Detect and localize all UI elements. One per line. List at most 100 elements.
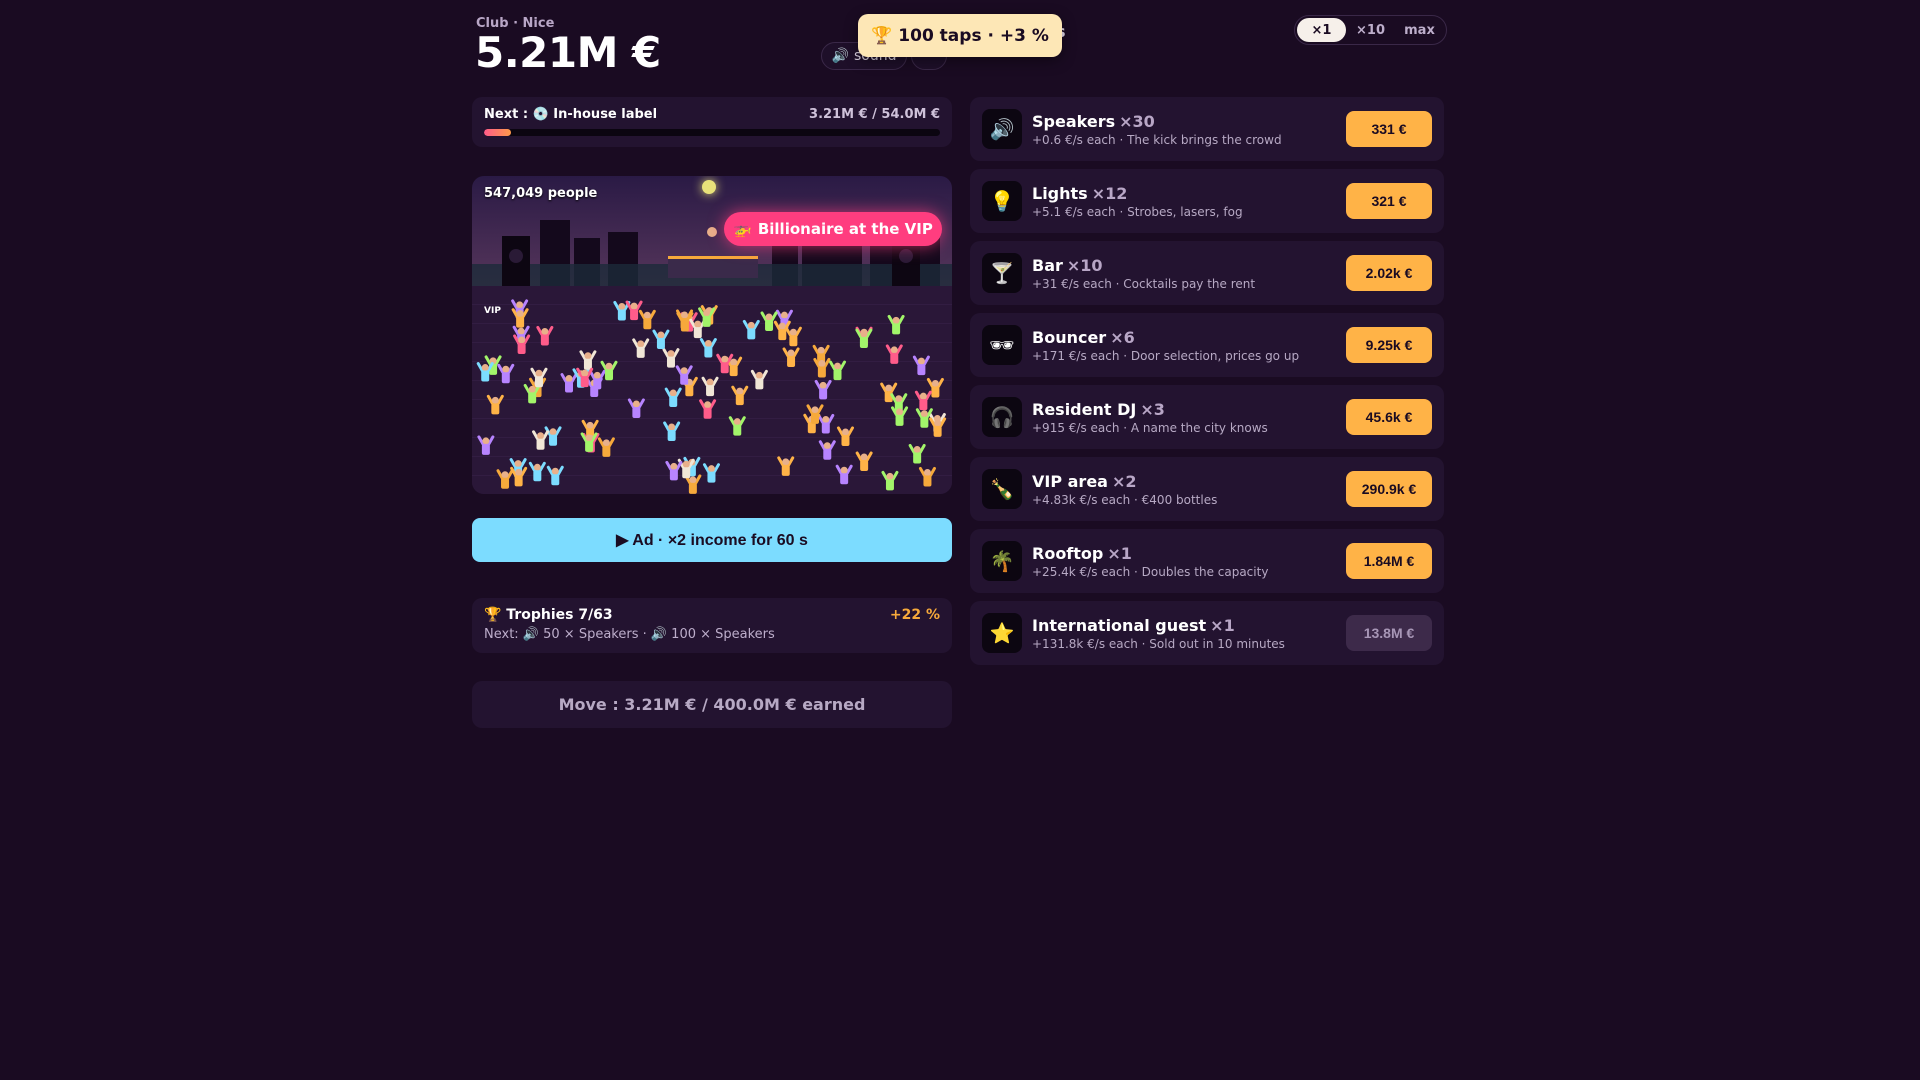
move-club-button[interactable]: Move : 3.21M € / 400.0M € earned — [472, 681, 952, 728]
achievement-toast: 🏆 100 taps · +3 % — [858, 14, 1062, 57]
upgrade-info: Resident DJ ×3 +915 €/s each · A name the … — [1032, 400, 1346, 435]
upgrade-count: ×1 — [1107, 543, 1132, 563]
next-milestone-amount: 3.21M € / 54.0M € — [809, 107, 940, 122]
upgrade-info: Rooftop ×1 +25.4k €/s each · Doubles the c… — [1032, 544, 1346, 579]
dancer — [731, 385, 749, 406]
dancer — [497, 363, 515, 384]
dancer — [912, 355, 930, 376]
upgrade-description: +131.8k €/s each · Sold out in 10 minute… — [1032, 636, 1285, 651]
buy-international-guest-button[interactable]: 13.8M € — [1346, 615, 1432, 651]
upgrade-row-resident-dj: 🎧 Resident DJ ×3 +915 €/s each · A name the… — [970, 385, 1444, 449]
upgrade-row-international-guest: ⭐ International guest ×1 +131.8k €/s each ·… — [970, 601, 1444, 665]
upgrade-info: VIP area ×2 +4.83k €/s each · €400 bottles — [1032, 472, 1346, 507]
multiplier-x10[interactable]: ×10 — [1346, 18, 1395, 42]
upgrade-name: Lights — [1032, 183, 1088, 203]
lightbulb-icon: 💡 — [982, 181, 1022, 221]
dancer — [750, 369, 768, 390]
dancer — [701, 376, 719, 397]
dancer — [699, 338, 717, 358]
dancer — [627, 398, 645, 418]
trophy-icon: 🏆 — [871, 25, 893, 46]
upgrade-name: Bouncer — [1032, 327, 1107, 347]
upgrade-title: International guest ×1 — [1032, 616, 1346, 635]
dancer — [579, 350, 597, 370]
upgrade-info: Speakers ×30 +0.6 €/s each · The kick brin… — [1032, 112, 1346, 147]
vip-event-button[interactable]: 🚁 Billionaire at the VIP — [724, 212, 942, 246]
dancer — [699, 399, 717, 419]
dancer — [836, 426, 854, 446]
trophies-card[interactable]: 🏆 Trophies 7/63 +22 % Next: 🔊 50 × Speak… — [472, 598, 952, 653]
upgrade-title: Resident DJ ×3 — [1032, 400, 1346, 419]
dancer — [536, 325, 554, 346]
upgrades-list: 🔊 Speakers ×30 +0.6 €/s each · The kick bri… — [970, 97, 1444, 673]
watch-ad-button[interactable]: ▶ Ad · ×2 income for 60 s — [472, 518, 952, 562]
dancer — [664, 387, 682, 408]
next-milestone-card: Next : 💿 In-house label 3.21M € / 54.0M … — [472, 97, 952, 147]
dancer — [887, 314, 905, 335]
dancer — [885, 344, 903, 364]
dancer — [511, 308, 529, 328]
upgrade-row-vip-area: 🍾 VIP area ×2 +4.83k €/s each · €400 bottle… — [970, 457, 1444, 521]
multiplier-max[interactable]: max — [1395, 18, 1444, 42]
dancer — [613, 300, 631, 321]
dancer — [742, 319, 760, 340]
dancer — [891, 406, 909, 426]
helicopter-icon: 🚁 — [733, 220, 752, 238]
multiplier-x1[interactable]: ×1 — [1297, 18, 1346, 42]
buy-rooftop-button[interactable]: 1.84M € — [1346, 543, 1432, 579]
upgrade-title: Speakers ×30 — [1032, 112, 1346, 131]
upgrade-info: Bar ×10 +31 €/s each · Cocktails pay the r… — [1032, 256, 1346, 291]
dancer — [532, 430, 550, 450]
upgrade-title: Bar ×10 — [1032, 256, 1346, 275]
dj-booth — [668, 256, 758, 278]
dancer — [638, 309, 656, 330]
buy-lights-button[interactable]: 321 € — [1346, 183, 1432, 219]
dancer — [632, 338, 650, 358]
dancer — [914, 390, 932, 411]
dancer — [835, 464, 853, 485]
upgrade-title: Bouncer ×6 — [1032, 328, 1346, 347]
upgrade-row-speakers: 🔊 Speakers ×30 +0.6 €/s each · The kick bri… — [970, 97, 1444, 161]
speaker-icon: 🔊 — [831, 48, 849, 64]
dancer — [817, 413, 835, 434]
buy-bar-button[interactable]: 2.02k € — [1346, 255, 1432, 291]
next-milestone-progress-fill — [484, 129, 512, 136]
upgrade-description: +31 €/s each · Cocktails pay the rent — [1032, 276, 1256, 291]
upgrade-title: Lights ×12 — [1032, 184, 1346, 203]
dancer — [652, 329, 670, 350]
dancer — [546, 465, 564, 486]
club-scene[interactable]: VIP 547,049 people 🚁 Billionaire at the … — [472, 176, 952, 494]
upgrade-description: +5.1 €/s each · Strobes, lasers, fog — [1032, 204, 1243, 219]
dancer — [665, 460, 683, 481]
buy-bouncer-button[interactable]: 9.25k € — [1346, 327, 1432, 363]
palm-tree-icon: 🌴 — [982, 541, 1022, 581]
buy-resident-dj-button[interactable]: 45.6k € — [1346, 399, 1432, 435]
dancer — [663, 421, 681, 441]
upgrade-count: ×10 — [1066, 255, 1103, 275]
upgrade-name: VIP area — [1032, 471, 1108, 491]
upgrade-count: ×6 — [1110, 327, 1135, 347]
dancer — [881, 470, 899, 491]
dancer — [777, 456, 795, 476]
dancer — [513, 334, 531, 354]
upgrade-name: Speakers — [1032, 111, 1116, 131]
upgrade-row-rooftop: 🌴 Rooftop ×1 +25.4k €/s each · Doubles the … — [970, 529, 1444, 593]
buy-vip-area-button[interactable]: 290.9k € — [1346, 471, 1432, 507]
buy-speakers-button[interactable]: 331 € — [1346, 111, 1432, 147]
dancer — [702, 463, 720, 483]
sunglasses-icon: 🕶 — [982, 325, 1022, 365]
dancer — [782, 347, 800, 367]
star-icon: ⭐ — [982, 613, 1022, 653]
next-milestone-label: Next : 💿 In-house label — [484, 107, 658, 122]
upgrade-row-bouncer: 🕶 Bouncer ×6 +171 €/s each · Door selection… — [970, 313, 1444, 377]
dancer — [684, 474, 702, 494]
dancer — [560, 373, 578, 393]
upgrade-info: Bouncer ×6 +171 €/s each · Door selection,… — [1032, 328, 1346, 363]
vip-event-label: Billionaire at the VIP — [757, 220, 933, 238]
dancer — [855, 328, 873, 349]
buy-multiplier-toggle: ×1 ×10 max — [1294, 15, 1447, 45]
upgrade-name: Bar — [1032, 255, 1063, 275]
dancer — [510, 466, 528, 487]
trophies-bonus: +22 % — [889, 607, 940, 623]
dancer — [486, 394, 504, 415]
